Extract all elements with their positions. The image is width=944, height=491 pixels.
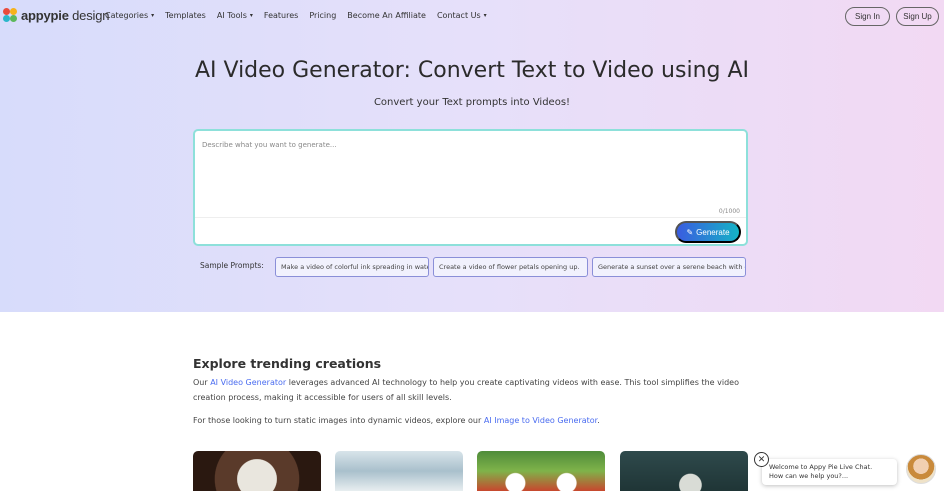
menu-item-affiliate[interactable]: Become An Affiliate <box>347 11 426 20</box>
generate-button[interactable]: ✎ Generate <box>675 221 741 243</box>
creation-thumbnail[interactable] <box>477 451 605 491</box>
generate-label: Generate <box>696 227 730 237</box>
prompt-divider <box>195 217 746 218</box>
chevron-down-icon: ▾ <box>249 12 253 19</box>
page-subtitle: Convert your Text prompts into Videos! <box>373 97 571 108</box>
main-menu: Categories ▾ Templates AI Tools ▾ Features… <box>105 11 498 20</box>
chat-agent-avatar[interactable] <box>906 454 936 484</box>
prompt-input[interactable]: Describe what you want to generate... <box>202 141 337 149</box>
sample-prompts-label: Sample Prompts: <box>200 261 264 270</box>
creation-thumbnail[interactable] <box>193 451 321 491</box>
sign-in-button[interactable]: Sign In <box>845 7 890 26</box>
chat-help-line: How can we help you?... <box>769 472 849 480</box>
menu-item-categories[interactable]: Categories ▾ <box>105 11 154 20</box>
menu-item-templates[interactable]: Templates <box>165 11 206 20</box>
menu-item-features[interactable]: Features <box>264 11 298 20</box>
chat-welcome-line: Welcome to Appy Pie Live Chat. <box>769 463 873 471</box>
menu-item-contact[interactable]: Contact Us ▾ <box>437 11 487 20</box>
explore-description: Our AI Video Generator leverages advance… <box>193 378 739 402</box>
creation-thumbnail[interactable] <box>335 451 463 491</box>
chevron-down-icon: ▾ <box>151 12 155 19</box>
appypie-logo-icon <box>3 8 18 23</box>
ai-video-generator-link[interactable]: AI Video Generator <box>210 378 286 387</box>
page-title: AI Video Generator: Convert Text to Vide… <box>194 58 750 83</box>
char-counter: 0/1000 <box>718 208 740 215</box>
creation-thumbnail[interactable] <box>620 451 748 491</box>
chevron-down-icon: ▾ <box>483 12 487 19</box>
close-icon[interactable]: ✕ <box>754 452 769 467</box>
sample-prompt-chip[interactable]: Generate a sunset over a serene beach wi… <box>592 257 746 277</box>
sample-prompt-chip[interactable]: Create a video of flower petals opening … <box>433 257 588 277</box>
ai-image-to-video-link[interactable]: AI Image to Video Generator <box>484 416 597 425</box>
explore-heading: Explore trending creations <box>193 356 382 371</box>
menu-item-ai-tools[interactable]: AI Tools ▾ <box>217 11 253 20</box>
brand-logo[interactable]: appypie design <box>3 8 109 23</box>
top-nav: appypie design Categories ▾ Templates AI … <box>0 0 944 34</box>
logo-text: appypie design <box>21 8 110 23</box>
prompt-box: Describe what you want to generate... 0/… <box>193 129 748 246</box>
magic-pen-icon: ✎ <box>686 227 694 237</box>
sample-prompt-chip[interactable]: Make a video of colorful ink spreading i… <box>275 257 429 277</box>
sign-up-button[interactable]: Sign Up <box>896 7 939 26</box>
image-to-video-description: For those looking to turn static images … <box>193 416 600 425</box>
menu-item-pricing[interactable]: Pricing <box>309 11 336 20</box>
live-chat-bubble[interactable]: Welcome to Appy Pie Live Chat. How can w… <box>762 459 897 485</box>
